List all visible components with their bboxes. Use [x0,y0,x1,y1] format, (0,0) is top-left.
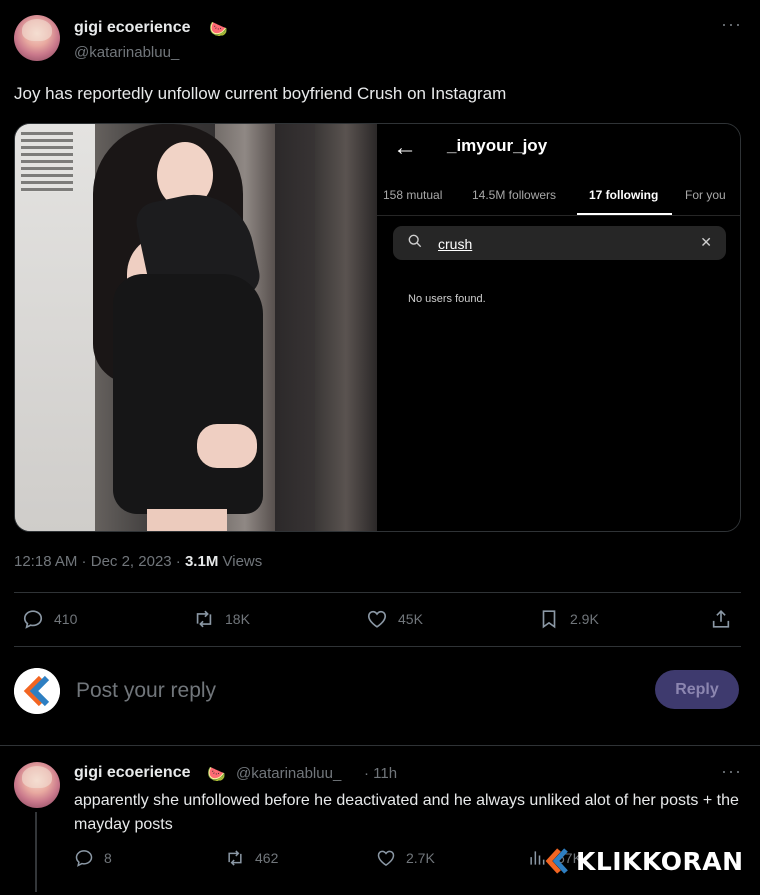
bookmark-icon [542,610,556,629]
reply-author-name[interactable]: gigi ecoerience [74,764,191,782]
back-arrow-icon: ← [393,134,417,161]
ig-username: _imyour_joy [447,136,548,155]
watermark: KLIKKORAN [542,846,744,876]
ig-tab-for-you: For you [685,188,726,202]
views-label: Views [222,553,263,570]
repost-icon [196,610,212,628]
watermelon-icon: 🍉 [209,21,228,38]
divider [14,646,741,647]
reply-text: apparently she unfollowed before he deac… [74,792,739,833]
author-handle[interactable]: @katarinabluu_ [74,44,179,61]
ig-tab-following: 17 following [589,188,659,202]
views-count: 3.1M [184,553,219,570]
more-icon[interactable]: ··· [721,761,742,782]
ig-tab-mutual: 158 mutual [383,188,443,202]
tweet-text: Joy has reportedly unfollow current boyf… [14,84,507,103]
ig-search-value: crush [438,236,473,252]
reply-repost-count: 462 [255,850,279,866]
more-icon[interactable]: ··· [721,14,742,35]
reply-icon [75,850,93,867]
divider [0,745,760,746]
user-avatar[interactable] [14,668,60,714]
like-count: 45K [398,611,423,627]
media-photo[interactable] [15,124,377,531]
reply-reply-count: 8 [104,850,112,866]
ig-tab-indicator [577,213,672,215]
repost-action[interactable]: 18K [193,608,250,630]
watermelon-icon: 🍉 [207,766,226,783]
author-avatar[interactable] [14,15,60,61]
watermark-text: KLIKKORAN [576,846,744,876]
author-name[interactable]: gigi ecoerience [74,19,191,37]
close-icon: ✕ [700,234,712,250]
like-action[interactable]: 45K [366,608,423,630]
thread-line [35,812,37,892]
reply-count: 410 [54,611,78,627]
ig-empty-message: No users found. [408,293,486,305]
divider [14,592,741,593]
reply-time[interactable]: · 11h [364,765,397,782]
repost-count: 18K [225,611,250,627]
klikkoran-logo-icon [545,848,568,874]
reply-button[interactable]: Reply [655,670,739,709]
tweet-date[interactable]: Dec 2, 2023 [91,553,172,570]
klikkoran-logo-icon [14,668,60,714]
tweet-meta: 12:18 AM · Dec 2, 2023 · 3.1M Views [14,553,263,570]
heart-icon [367,610,387,628]
ig-tabs: 158 mutual 14.5M followers 17 following … [377,184,740,216]
instagram-screenshot: ← _imyour_joy 158 mutual 14.5M followers… [377,124,740,531]
ig-search-field: crush ✕ [393,226,726,260]
reply-author-avatar[interactable] [14,762,60,808]
heart-icon [377,850,395,866]
reply-like-count: 2.7K [406,850,435,866]
reply-repost-action[interactable]: 462 [225,848,278,868]
ig-tab-followers: 14.5M followers [472,188,557,202]
share-icon [712,610,730,628]
reply-like-action[interactable]: 2.7K [376,848,435,868]
bookmark-count: 2.9K [570,611,599,627]
search-icon [408,234,422,248]
reply-reply-action[interactable]: 8 [74,848,112,868]
repost-icon [228,850,242,866]
bookmark-action[interactable]: 2.9K [538,608,599,630]
tweet-media[interactable]: ← _imyour_joy 158 mutual 14.5M followers… [14,123,741,532]
reply-input[interactable]: Post your reply [76,679,216,703]
tweet-time[interactable]: 12:18 AM [14,553,77,570]
reply-action[interactable]: 410 [22,608,77,630]
reply-icon [23,610,43,629]
share-action[interactable] [710,608,732,630]
reply-author-handle[interactable]: @katarinabluu_ [236,765,341,782]
